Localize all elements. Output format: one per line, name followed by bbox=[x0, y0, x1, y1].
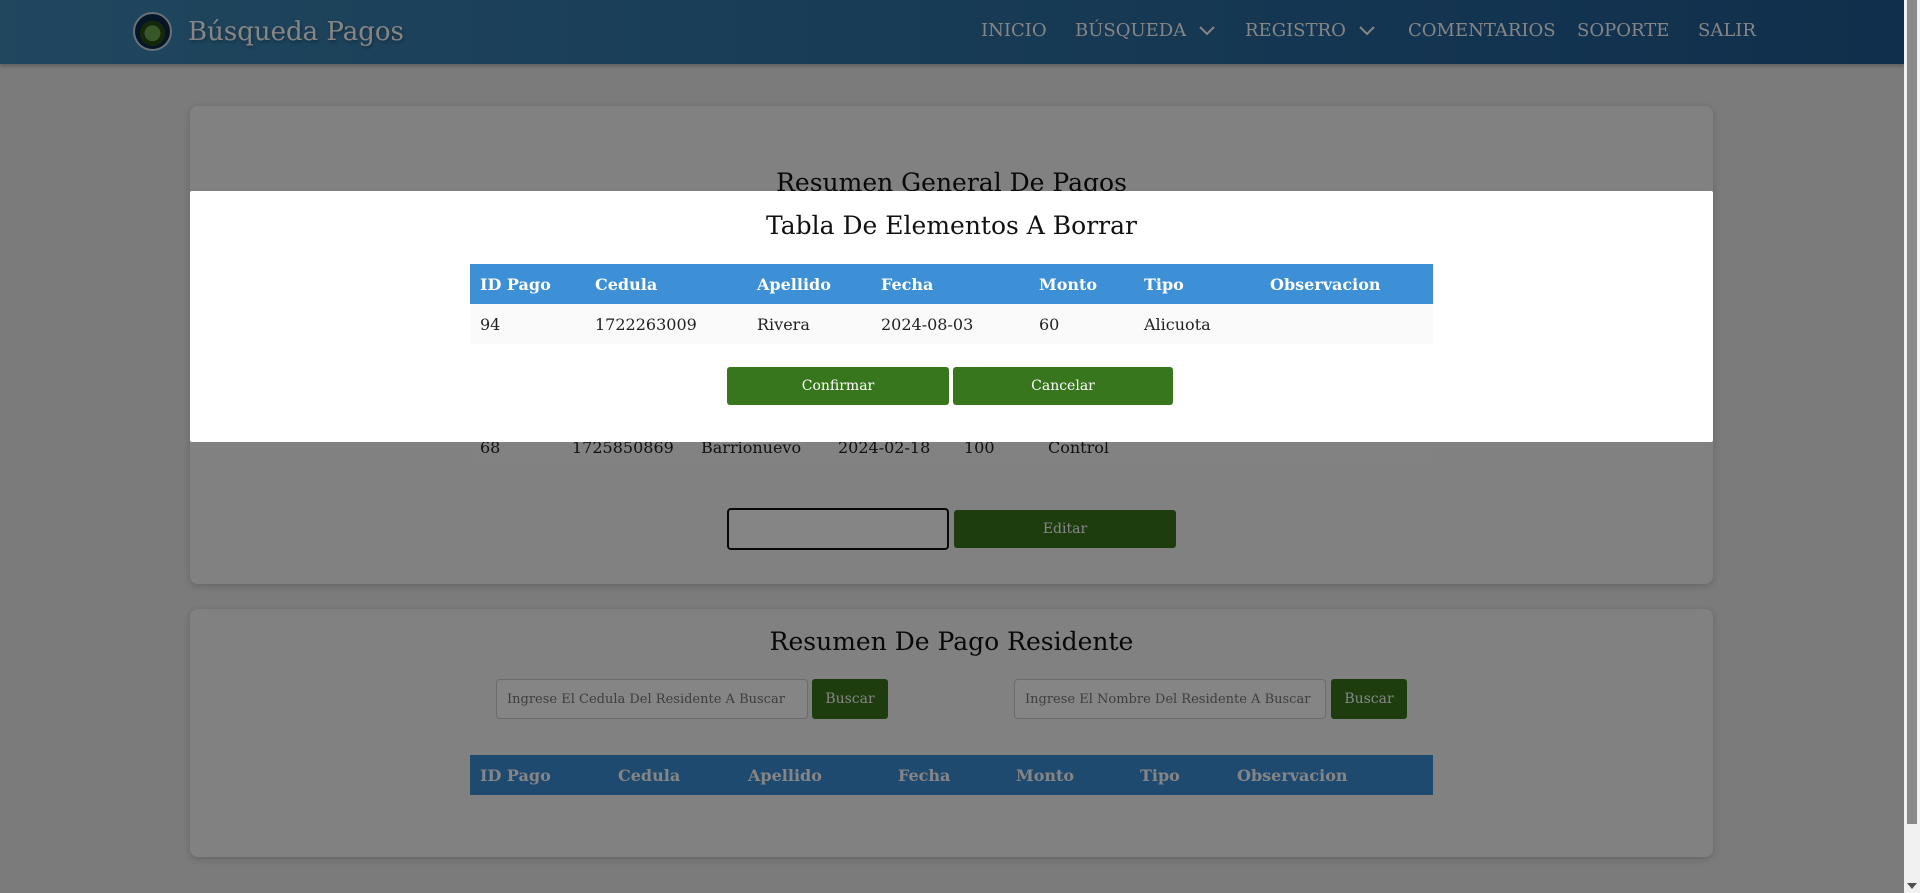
col-monto: Monto bbox=[1039, 275, 1098, 294]
page-scrollbar[interactable] bbox=[1904, 0, 1920, 893]
delete-table-header: ID Pago Cedula Apellido Fecha Monto Tipo… bbox=[470, 264, 1433, 304]
cell-id: 94 bbox=[480, 315, 501, 334]
confirm-button[interactable]: Confirmar bbox=[727, 367, 949, 405]
delete-confirmation-modal: Tabla De Elementos A Borrar ID Pago Cedu… bbox=[190, 191, 1713, 442]
modal-backdrop[interactable] bbox=[0, 0, 1904, 893]
cancel-button[interactable]: Cancelar bbox=[953, 367, 1173, 405]
col-apellido: Apellido bbox=[757, 275, 831, 294]
cell-tipo: Alicuota bbox=[1144, 315, 1211, 334]
cell-monto: 60 bbox=[1039, 315, 1060, 334]
col-observacion: Observacion bbox=[1270, 275, 1381, 294]
cell-apellido: Rivera bbox=[757, 315, 810, 334]
col-tipo: Tipo bbox=[1144, 275, 1184, 294]
scrollbar-thumb[interactable] bbox=[1907, 0, 1917, 824]
scroll-down-arrow-icon[interactable] bbox=[1907, 883, 1917, 889]
col-fecha: Fecha bbox=[881, 275, 934, 294]
table-row[interactable]: 94 1722263009 Rivera 2024-08-03 60 Alicu… bbox=[470, 304, 1433, 344]
cell-cedula: 1722263009 bbox=[595, 315, 697, 334]
cell-fecha: 2024-08-03 bbox=[881, 315, 974, 334]
col-id-pago: ID Pago bbox=[480, 275, 551, 294]
col-cedula: Cedula bbox=[595, 275, 658, 294]
modal-title: Tabla De Elementos A Borrar bbox=[766, 211, 1137, 240]
